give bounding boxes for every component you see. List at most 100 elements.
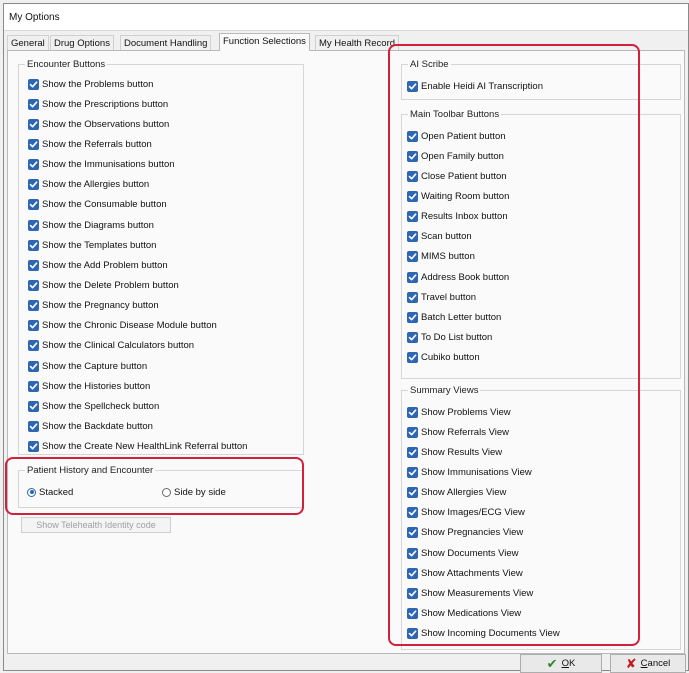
toolbar-checkbox-9[interactable]: Travel button bbox=[407, 290, 476, 304]
summary-checkbox-10[interactable]: Show Measurements View bbox=[407, 586, 533, 600]
radio-side-by-side[interactable]: Side by side bbox=[162, 485, 226, 499]
checkbox-checked-icon bbox=[28, 421, 39, 433]
tab-drug-options[interactable]: Drug Options bbox=[50, 35, 114, 50]
checkbox-checked-icon bbox=[407, 406, 418, 418]
toolbar-checkbox-10[interactable]: Batch Letter button bbox=[407, 310, 501, 324]
encounter-checkbox-4-label: Show the Referrals button bbox=[42, 138, 152, 150]
ok-button[interactable]: ✔ OK bbox=[520, 654, 602, 673]
toolbar-checkbox-5-label: Results Inbox button bbox=[421, 211, 508, 223]
encounter-checkbox-1[interactable]: Show the Problems button bbox=[28, 77, 153, 91]
toolbar-checkbox-7[interactable]: MIMS button bbox=[407, 250, 475, 264]
summary-checkbox-8[interactable]: Show Documents View bbox=[407, 546, 519, 560]
radio-selected-indicator bbox=[27, 487, 36, 497]
cancel-button[interactable]: ✘ Cancel bbox=[610, 654, 686, 673]
toolbar-checkbox-5[interactable]: Results Inbox button bbox=[407, 210, 508, 224]
toolbar-checkbox-2-label: Open Family button bbox=[421, 150, 504, 162]
checkbox-checked-icon bbox=[28, 300, 39, 312]
toolbar-checkbox-1[interactable]: Open Patient button bbox=[407, 129, 506, 143]
checkbox-checked-icon bbox=[28, 259, 39, 271]
checkbox-checked-icon bbox=[407, 352, 418, 364]
encounter-checkbox-2[interactable]: Show the Prescriptions button bbox=[28, 97, 168, 111]
checkbox-checked-icon bbox=[28, 138, 39, 150]
encounter-checkbox-13[interactable]: Show the Chronic Disease Module button bbox=[28, 319, 217, 333]
tab-function-selections[interactable]: Function Selections bbox=[219, 33, 310, 51]
encounter-checkbox-7[interactable]: Show the Consumable button bbox=[28, 198, 167, 212]
checkbox-checked-icon bbox=[28, 98, 39, 110]
toolbar-checkbox-8[interactable]: Address Book button bbox=[407, 270, 509, 284]
checkbox-checked-icon bbox=[407, 426, 418, 438]
patient-history-heading: Patient History and Encounter bbox=[25, 465, 156, 476]
tab-document-handling[interactable]: Document Handling bbox=[120, 35, 212, 50]
encounter-checkbox-4[interactable]: Show the Referrals button bbox=[28, 137, 152, 151]
checkbox-checked-icon bbox=[28, 239, 39, 251]
encounter-checkbox-6-label: Show the Allergies button bbox=[42, 179, 150, 191]
encounter-checkbox-17[interactable]: Show the Spellcheck button bbox=[28, 399, 159, 413]
checkbox-checked-icon bbox=[407, 608, 418, 619]
summary-checkbox-2-label: Show Referrals View bbox=[421, 426, 510, 438]
toolbar-checkbox-1-label: Open Patient button bbox=[421, 130, 506, 142]
encounter-checkbox-11[interactable]: Show the Delete Problem button bbox=[28, 279, 179, 293]
checkbox-checked-icon bbox=[28, 219, 39, 231]
encounter-checkbox-8[interactable]: Show the Diagrams button bbox=[28, 218, 154, 232]
summary-checkbox-5[interactable]: Show Allergies View bbox=[407, 486, 506, 500]
toolbar-checkbox-12[interactable]: Cubiko button bbox=[407, 351, 480, 365]
summary-checkbox-12[interactable]: Show Incoming Documents View bbox=[407, 627, 560, 641]
encounter-checkbox-12[interactable]: Show the Pregnancy button bbox=[28, 299, 159, 313]
summary-views-heading: Summary Views bbox=[408, 385, 481, 396]
encounter-checkbox-15[interactable]: Show the Capture button bbox=[28, 359, 147, 373]
toolbar-checkbox-6[interactable]: Scan button bbox=[407, 230, 472, 244]
encounter-checkbox-2-label: Show the Prescriptions button bbox=[42, 98, 169, 110]
radio-indicator bbox=[162, 487, 171, 497]
summary-checkbox-2[interactable]: Show Referrals View bbox=[407, 425, 509, 439]
ai-scribe-checkbox[interactable]: Enable Heidi AI Transcription bbox=[407, 79, 543, 93]
toolbar-checkbox-3[interactable]: Close Patient button bbox=[407, 169, 507, 183]
encounter-checkbox-18[interactable]: Show the Backdate button bbox=[28, 420, 153, 434]
checkbox-checked-icon bbox=[28, 118, 39, 130]
encounter-checkbox-10-label: Show the Add Problem button bbox=[42, 259, 168, 271]
toolbar-checkbox-9-label: Travel button bbox=[421, 291, 477, 303]
summary-checkbox-6[interactable]: Show Images/ECG View bbox=[407, 506, 525, 520]
cancel-label: Cancel bbox=[640, 658, 671, 669]
summary-checkbox-11[interactable]: Show Medications View bbox=[407, 607, 521, 621]
encounter-checkbox-17-label: Show the Spellcheck button bbox=[42, 400, 160, 412]
toolbar-checkbox-4[interactable]: Waiting Room button bbox=[407, 189, 509, 203]
encounter-checkbox-3[interactable]: Show the Observations button bbox=[28, 117, 169, 131]
summary-checkbox-1-label: Show Problems View bbox=[421, 406, 511, 418]
encounter-checkbox-5[interactable]: Show the Immunisations button bbox=[28, 158, 175, 172]
main-toolbar-heading: Main Toolbar Buttons bbox=[408, 109, 502, 120]
tab-my-health-record[interactable]: My Health Record bbox=[315, 35, 400, 50]
encounter-checkbox-9[interactable]: Show the Templates button bbox=[28, 238, 156, 252]
encounter-checkbox-6[interactable]: Show the Allergies button bbox=[28, 178, 149, 192]
encounter-checkbox-16[interactable]: Show the Histories button bbox=[28, 379, 150, 393]
checkbox-checked-icon bbox=[407, 170, 418, 182]
radio-stacked[interactable]: Stacked bbox=[27, 485, 73, 499]
encounter-checkbox-14[interactable]: Show the Clinical Calculators button bbox=[28, 339, 194, 353]
tab-general[interactable]: General bbox=[7, 35, 49, 50]
checkbox-checked-icon bbox=[28, 199, 39, 211]
summary-checkbox-4[interactable]: Show Immunisations View bbox=[407, 465, 532, 479]
checkbox-checked-icon bbox=[407, 466, 418, 478]
checkbox-checked-icon bbox=[407, 446, 418, 458]
toolbar-checkbox-2[interactable]: Open Family button bbox=[407, 149, 504, 163]
ai-scribe-heading: AI Scribe bbox=[408, 59, 451, 70]
toolbar-checkbox-3-label: Close Patient button bbox=[421, 170, 507, 182]
checkbox-checked-icon bbox=[28, 280, 39, 291]
encounter-checkbox-3-label: Show the Observations button bbox=[42, 118, 170, 130]
checkbox-checked-icon bbox=[407, 190, 418, 202]
toolbar-checkbox-7-label: MIMS button bbox=[421, 251, 475, 263]
summary-checkbox-9[interactable]: Show Attachments View bbox=[407, 566, 523, 580]
ok-label: OK bbox=[561, 658, 576, 669]
encounter-checkbox-19[interactable]: Show the Create New HealthLink Referral … bbox=[28, 440, 247, 454]
summary-checkbox-3[interactable]: Show Results View bbox=[407, 445, 502, 459]
checkbox-checked-icon bbox=[28, 320, 39, 332]
window-title: My Options bbox=[9, 12, 60, 23]
encounter-checkbox-10[interactable]: Show the Add Problem button bbox=[28, 258, 168, 272]
toolbar-checkbox-6-label: Scan button bbox=[421, 231, 472, 243]
checkbox-checked-icon bbox=[407, 527, 418, 539]
toolbar-checkbox-11[interactable]: To Do List button bbox=[407, 331, 492, 345]
checkbox-checked-icon bbox=[28, 78, 39, 90]
summary-checkbox-7[interactable]: Show Pregnancies View bbox=[407, 526, 523, 540]
checkbox-checked-icon bbox=[28, 380, 39, 392]
summary-checkbox-1[interactable]: Show Problems View bbox=[407, 405, 511, 419]
toolbar-checkbox-4-label: Waiting Room button bbox=[421, 190, 510, 202]
